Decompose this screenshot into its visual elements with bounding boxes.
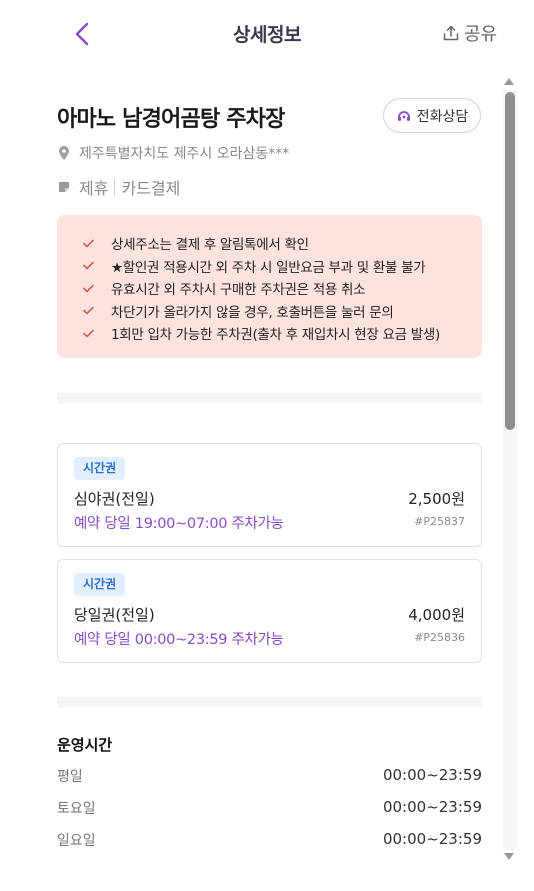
hours-label: 일요일: [57, 833, 96, 849]
scroll-up-arrow-icon[interactable]: [504, 78, 514, 85]
headset-icon: [397, 110, 410, 121]
notice-text: 상세주소는 결제 후 알림톡에서 확인: [111, 237, 309, 254]
check-icon: [83, 239, 94, 248]
check-icon: [83, 261, 94, 270]
ticket-available-time: 예약 당일 19:00~07:00 주차가능: [74, 516, 284, 532]
share-button[interactable]: 공유: [442, 20, 497, 46]
notice-text: ★할인권 적용시간 외 주차 시 일반요금 부과 및 환불 불가: [111, 259, 426, 276]
phone-consult-label: 전화상담: [416, 108, 469, 125]
hours-label: 평일: [57, 769, 83, 785]
address-text: 제주특별자치도 제주시 오라삼동***: [79, 146, 290, 162]
note-icon: [59, 182, 69, 192]
ticket-type-badge: 시간권: [74, 457, 126, 480]
check-icon: [83, 329, 94, 338]
tag-partner: 제휴: [79, 179, 109, 198]
notice-text: 유효시간 외 주차시 구매한 주차권은 적용 취소: [111, 282, 366, 299]
operating-hours-title: 운영시간: [57, 736, 113, 754]
notice-text: 1회만 입차 가능한 주차권(출차 후 재입차시 현장 요금 발생): [111, 327, 440, 344]
check-icon: [83, 284, 94, 293]
ticket-card[interactable]: 시간권 당일권(전일) 4,000원 예약 당일 00:00~23:59 주차가…: [57, 559, 482, 663]
hours-value: 00:00~23:59: [382, 798, 482, 816]
notice-text: 차단기가 올라가지 않을 경우, 호출버튼을 눌러 문의: [111, 304, 394, 321]
notice-box: 상세주소는 결제 후 알림톡에서 확인 ★할인권 적용시간 외 주차 시 일반요…: [57, 215, 482, 358]
ticket-price: 4,000원: [408, 606, 465, 624]
hours-value: 00:00~23:59: [382, 830, 482, 848]
notice-item: 상세주소는 결제 후 알림톡에서 확인: [83, 232, 482, 255]
ticket-type-badge: 시간권: [74, 573, 126, 596]
parking-lot-name: 아마노 남경어곰탕 주차장: [57, 107, 285, 132]
share-icon: [443, 25, 459, 41]
ticket-name: 심야권(전일): [74, 490, 155, 508]
section-divider: [57, 393, 482, 403]
address-row: 제주특별자치도 제주시 오라삼동***: [57, 143, 289, 163]
hours-row-sunday: 일요일 00:00~23:59: [57, 830, 482, 850]
hours-row-weekday: 평일 00:00~23:59: [57, 766, 482, 786]
share-label: 공유: [464, 24, 498, 45]
ticket-name: 당일권(전일): [74, 606, 155, 624]
ticket-price: 2,500원: [408, 490, 465, 508]
ticket-card[interactable]: 시간권 심야권(전일) 2,500원 예약 당일 19:00~07:00 주차가…: [57, 443, 482, 547]
scroll-down-arrow-icon[interactable]: [504, 853, 514, 860]
hours-value: 00:00~23:59: [382, 766, 482, 784]
top-header: 상세정보 공유: [0, 0, 534, 68]
section-divider: [57, 697, 482, 707]
notice-item: 유효시간 외 주차시 구매한 주차권은 적용 취소: [83, 277, 482, 300]
notice-item: 1회만 입차 가능한 주차권(출차 후 재입차시 현장 요금 발생): [83, 322, 482, 345]
notice-item: 차단기가 올라가지 않을 경우, 호출버튼을 눌러 문의: [83, 300, 482, 323]
ticket-code: #P25836: [414, 631, 465, 644]
tag-divider: [114, 179, 116, 195]
tag-card-payment: 카드결제: [121, 179, 181, 198]
scrollbar-thumb[interactable]: [505, 92, 515, 430]
phone-consult-button[interactable]: 전화상담: [383, 98, 481, 133]
detail-content: 아마노 남경어곰탕 주차장 전화상담 제주특별자치도 제주시 오라삼동*** 제…: [0, 68, 534, 891]
tags-row: 제휴 카드결제: [57, 175, 180, 199]
hours-label: 토요일: [57, 801, 96, 817]
ticket-code: #P25837: [414, 515, 465, 528]
hours-row-saturday: 토요일 00:00~23:59: [57, 798, 482, 818]
check-icon: [83, 306, 94, 315]
ticket-available-time: 예약 당일 00:00~23:59 주차가능: [74, 632, 284, 648]
notice-item: ★할인권 적용시간 외 주차 시 일반요금 부과 및 환불 불가: [83, 255, 482, 278]
location-pin-icon: [59, 146, 69, 160]
